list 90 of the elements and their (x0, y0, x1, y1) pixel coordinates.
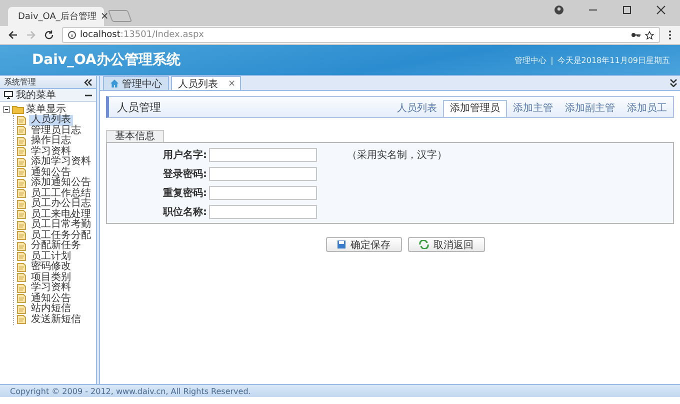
document-icon (17, 116, 26, 125)
document-icon (17, 178, 26, 188)
menu-item[interactable]: 员工计划 (29, 252, 73, 262)
profile-icon[interactable] (554, 5, 564, 15)
menu-item[interactable]: 发送新短信 (29, 314, 83, 325)
floppy-icon (336, 240, 346, 249)
section-tab[interactable]: 基本信息 (106, 130, 164, 142)
document-icon (17, 220, 26, 230)
reload-icon[interactable] (44, 30, 54, 40)
menu-item[interactable]: 员工日常考勤 (29, 220, 93, 230)
star-icon[interactable] (645, 30, 654, 40)
menu-item[interactable]: 员工来电处理 (29, 210, 93, 220)
panel-title: 人员管理 (117, 100, 161, 114)
document-icon (17, 168, 26, 178)
page-tab[interactable]: 人员列表 × (171, 76, 241, 90)
document-icon (17, 210, 26, 220)
menu-item[interactable]: 添加通知公告 (29, 178, 93, 188)
save-button[interactable]: 确定保存 (326, 237, 402, 252)
document-icon (17, 231, 26, 240)
document-icon (17, 252, 26, 262)
address-field[interactable]: localhost:13501/Index.aspx (62, 27, 660, 43)
sidebar-title: 系统管理 (4, 76, 36, 88)
menu-item[interactable]: 站内短信 (29, 304, 73, 314)
panel-tab[interactable]: 添加员工 (621, 101, 673, 117)
copyright-text: Copyright © 2009 - 2012, www.daiv.cn, All Rights Reserved. (10, 386, 251, 396)
page-tab[interactable]: 管理中心 (103, 76, 169, 90)
tree-label: 菜单显示 (26, 104, 66, 115)
folder-icon (12, 105, 24, 114)
field-label: 重复密码: (162, 186, 208, 200)
menu-item[interactable]: 通知公告 (29, 168, 73, 178)
monitor-icon (4, 91, 13, 99)
separator-text: | (550, 56, 554, 64)
tab-close-button[interactable]: × (228, 78, 236, 88)
menu-item[interactable]: 管理员日志 (29, 126, 83, 136)
document-icon (17, 284, 26, 293)
tab-title: Daiv_OA_后台管理 (18, 10, 96, 23)
menu-item[interactable]: 员工工作总结 (29, 188, 93, 199)
menu-item[interactable]: 员工办公日志 (29, 199, 93, 210)
document-icon (17, 273, 26, 282)
field-label: 登录密码: (162, 168, 208, 180)
document-icon (17, 304, 26, 314)
document-icon (17, 200, 26, 209)
home-icon (110, 79, 119, 88)
document-icon (17, 315, 26, 324)
field-label: 职位名称: (162, 206, 208, 218)
menu-item[interactable]: 分配新任务 (29, 241, 83, 252)
menu-title: 我的菜单 (16, 88, 56, 102)
panel-tab[interactable]: 人员列表 (391, 101, 443, 117)
document-icon (17, 262, 26, 272)
panel-tab[interactable]: 添加主管 (507, 101, 559, 117)
back-icon[interactable] (8, 30, 18, 40)
refresh-icon (418, 240, 428, 249)
input-field[interactable] (209, 204, 317, 218)
menu-item[interactable]: 项目类别 (29, 272, 73, 283)
input-field[interactable] (209, 186, 317, 200)
collapse-icon[interactable] (84, 78, 92, 86)
document-icon (17, 158, 26, 167)
app-title: Daiv_OA办公管理系统 (32, 51, 180, 69)
date-text: 今天是2018年11月09日星期五 (557, 54, 670, 66)
minus-icon[interactable] (85, 94, 92, 96)
input-field[interactable] (209, 166, 317, 180)
document-icon (17, 136, 26, 146)
menu-item[interactable]: 学习资料 (29, 283, 73, 294)
document-icon (17, 147, 26, 156)
maximize-icon[interactable] (622, 5, 632, 15)
field-label: 用户名字: (162, 148, 208, 162)
panel-tab[interactable]: 添加副主管 (559, 101, 621, 117)
menu-header[interactable]: 我的菜单 (0, 89, 96, 102)
document-icon (17, 126, 26, 136)
collapse-toggle-icon[interactable] (3, 106, 10, 113)
back-button[interactable]: 取消返回 (408, 237, 484, 252)
menu-item[interactable]: 操作日志 (29, 136, 73, 146)
menu-item[interactable]: 员工任务分配 (29, 230, 93, 241)
double-chevron-down-icon[interactable] (670, 79, 677, 87)
menu-icon[interactable] (668, 30, 672, 40)
close-icon[interactable] (656, 5, 666, 15)
menu-item[interactable]: 学习资料 (29, 146, 73, 157)
document-icon (17, 189, 26, 198)
panel-tab[interactable]: 添加管理员 (443, 100, 507, 117)
document-icon (17, 242, 26, 251)
menu-item[interactable]: 人员列表 (29, 115, 73, 126)
menu-item[interactable]: 密码修改 (29, 262, 73, 272)
tree-item[interactable]: 菜单显示 (3, 104, 96, 115)
info-icon (68, 31, 76, 39)
menu-item[interactable]: 添加学习资料 (29, 157, 93, 168)
menu-item[interactable]: 通知公告 (29, 294, 73, 304)
key-icon[interactable] (631, 31, 641, 39)
hint-text: （采用实名制，汉字） (347, 148, 447, 162)
input-field[interactable] (209, 148, 317, 162)
document-icon (17, 294, 26, 304)
